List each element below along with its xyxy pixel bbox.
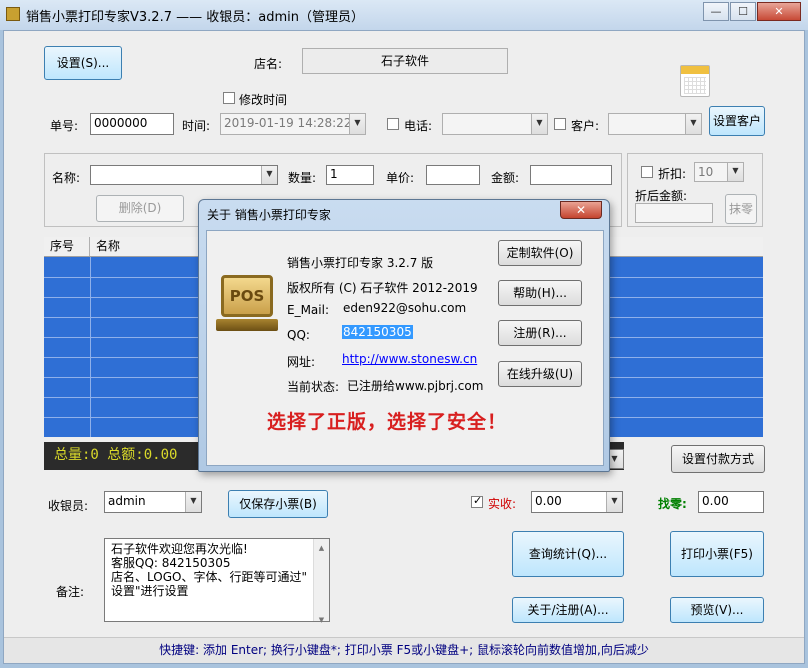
slogan: 选择了正版，选择了安全！ [267,411,508,433]
status-label: 当前状态: [287,380,340,394]
phone-label: 电话: [404,119,433,133]
notes-line: 石子软件欢迎您再次光临! [111,542,248,556]
custom-software-button[interactable]: 定制软件(O) [498,240,582,266]
shortcut-bar: 快捷键: 添加 Enter; 换行小键盘*; 打印小票 F5或小键盘+; 鼠标滚… [4,637,804,663]
site-label: 网址: [287,355,316,369]
qty-input[interactable]: 1 [326,165,374,185]
cashier-label: 收银员: [48,499,89,513]
notes-label: 备注: [56,585,85,599]
chevron-down-icon: ▼ [261,166,277,184]
notes-line: 店名、LOGO、字体、行距等可通过" [111,570,307,584]
pos-logo: POS [216,275,278,333]
store-name-field: 石子软件 [302,48,508,74]
price-input[interactable] [426,165,480,185]
pos-logo-text: POS [221,275,273,317]
print-receipt-button[interactable]: 打印小票(F5) [670,531,764,577]
chevron-down-icon: ▼ [531,114,547,134]
dialog-title: 关于 销售小票打印专家 [207,208,331,222]
set-customer-button[interactable]: 设置客户 [709,106,765,136]
time-label: 时间: [182,119,211,133]
customer-checkbox[interactable] [554,118,566,130]
scrollbar[interactable]: ▲ ▼ [313,539,329,624]
received-checkbox[interactable]: ✓ [471,494,483,508]
cashier-value: admin [108,494,146,508]
amount-label: 金额: [491,171,520,185]
status-value: 已注册给www.pjbrj.com [347,379,484,393]
discount-select: 10 ▼ [694,162,744,182]
chevron-down-icon: ▼ [349,114,365,134]
minimize-button[interactable]: — [703,2,729,21]
app-icon [6,7,20,21]
change-label: 找零: [658,497,687,511]
store-label: 店名: [254,57,283,71]
received-select[interactable]: 0.00 ▼ [531,491,623,513]
time-value: 2019-01-19 14:28:22 [224,116,352,130]
chevron-down-icon: ▼ [606,492,622,512]
email-value: eden922@sohu.com [343,301,467,315]
product-version: 销售小票打印专家 3.2.7 版 [287,256,434,270]
chevron-down-icon: ▼ [685,114,701,134]
qq-value[interactable]: 842150305 [342,325,413,339]
modify-time-checkbox[interactable] [223,92,235,104]
site-link[interactable]: http://www.stonesw.cn [342,352,477,366]
modify-time-label: 修改时间 [239,93,288,107]
discount-value: 10 [698,165,714,179]
save-only-button[interactable]: 仅保存小票(B) [228,490,328,518]
query-stats-button[interactable]: 查询统计(Q)... [512,531,624,577]
check-icon: ✓ [473,494,483,507]
received-value: 0.00 [535,494,562,508]
delete-button[interactable]: 删除(D) [96,195,184,222]
received-label: 实收: [488,497,517,511]
about-register-button[interactable]: 关于/注册(A)... [512,597,624,623]
dialog-close-button[interactable]: ✕ [560,201,602,219]
discount-label: 折扣: [658,167,687,181]
window-title: 销售小票打印专家V3.2.7 —— 收银员：admin（管理员） [26,10,364,25]
dialog-body: POS 销售小票打印专家 3.2.7 版 版权所有 (C) 石子软件 2012-… [206,230,604,466]
chevron-down-icon: ▼ [727,163,743,181]
change-input[interactable]: 0.00 [698,491,764,513]
after-discount-input [635,203,713,223]
discount-checkbox[interactable] [641,166,653,178]
online-upgrade-button[interactable]: 在线升级(U) [498,361,582,387]
maximize-button[interactable]: ☐ [730,2,756,21]
customer-label: 客户: [571,119,600,133]
order-no-label: 单号: [50,119,79,133]
qty-label: 数量: [288,171,317,185]
set-payment-button[interactable]: 设置付款方式 [671,445,765,473]
email-label: E_Mail: [287,303,329,317]
round-button[interactable]: 抹零 [725,194,757,224]
about-dialog: 关于 销售小票打印专家 ✕ POS 销售小票打印专家 3.2.7 版 版权所有 … [198,199,610,472]
close-button[interactable]: ✕ [757,2,801,21]
time-picker: 2019-01-19 14:28:22 ▼ [220,113,366,135]
chevron-down-icon: ▼ [185,492,201,512]
notes-textarea[interactable]: 石子软件欢迎您再次光临! 客服QQ: 842150305 店名、LOGO、字体、… [104,538,330,624]
name-label: 名称: [52,171,81,185]
price-label: 单价: [386,171,415,185]
name-combo[interactable]: ▼ [90,165,278,185]
copyright: 版权所有 (C) 石子软件 2012-2019 [287,281,478,295]
column-header-index[interactable]: 序号 [44,237,90,256]
preview-button[interactable]: 预览(V)... [670,597,764,623]
qq-label: QQ: [287,328,310,342]
settings-button[interactable]: 设置(S)... [44,46,122,80]
after-discount-label: 折后金额: [635,189,688,203]
phone-checkbox[interactable] [387,118,399,130]
calendar-icon[interactable] [680,65,710,97]
notes-line: 设置"进行设置 [111,584,189,598]
register-button[interactable]: 注册(R)... [498,320,582,346]
order-no-input[interactable]: 0000000 [90,113,174,135]
customer-select: ▼ [608,113,702,135]
help-button[interactable]: 帮助(H)... [498,280,582,306]
phone-select: ▼ [442,113,548,135]
title-bar: 销售小票打印专家V3.2.7 —— 收银员：admin（管理员） — ☐ ✕ [0,0,808,30]
notes-line: 客服QQ: 842150305 [111,556,231,570]
cashier-select[interactable]: admin ▼ [104,491,202,513]
amount-input[interactable] [530,165,612,185]
